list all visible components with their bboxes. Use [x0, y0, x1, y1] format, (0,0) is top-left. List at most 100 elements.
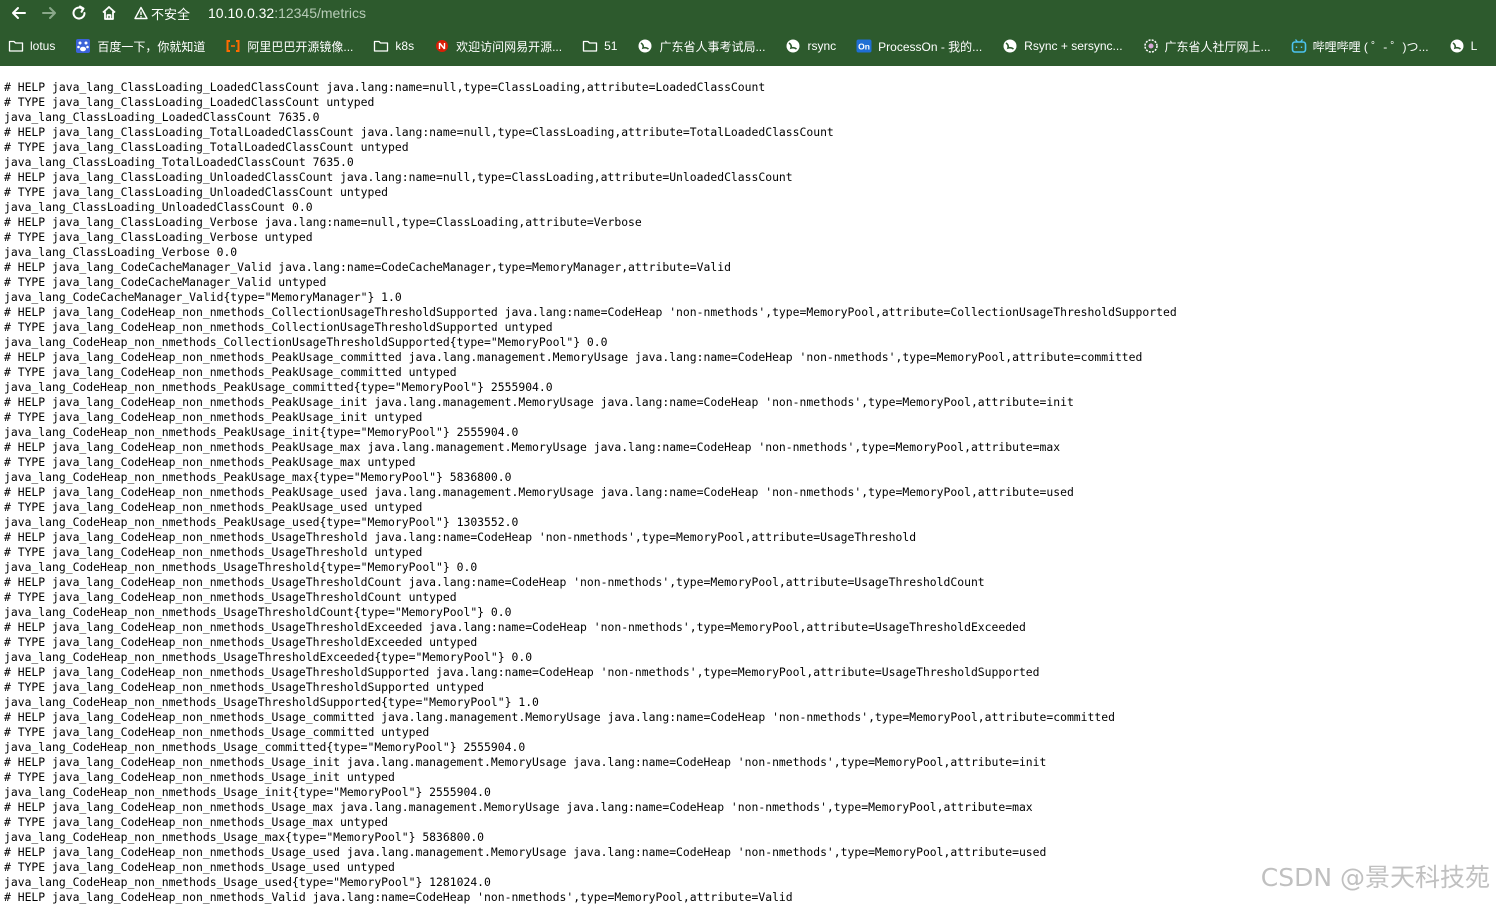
address-bar[interactable]: 不安全 10.10.0.32:12345/metrics	[134, 2, 366, 24]
metric-line: # TYPE java_lang_CodeHeap_non_nmethods_U…	[4, 860, 395, 874]
metric-line: # HELP java_lang_ClassLoading_Verbose ja…	[4, 215, 642, 229]
page-content: # HELP java_lang_ClassLoading_LoadedClas…	[0, 66, 1496, 904]
bookmark-item[interactable]: k8s	[373, 38, 414, 54]
bookmark-label: Rsync + sersync...	[1024, 39, 1123, 53]
metric-line: # HELP java_lang_CodeHeap_non_nmethods_V…	[4, 890, 793, 904]
metric-line: # TYPE java_lang_CodeHeap_non_nmethods_U…	[4, 590, 457, 604]
bookmark-item[interactable]: 广东省人事考试局...	[637, 38, 765, 55]
metric-line: java_lang_ClassLoading_LoadedClassCount …	[4, 110, 320, 124]
metric-line: # TYPE java_lang_CodeHeap_non_nmethods_P…	[4, 500, 423, 514]
metric-line: # HELP java_lang_ClassLoading_UnloadedCl…	[4, 170, 793, 184]
metric-line: # HELP java_lang_CodeHeap_non_nmethods_U…	[4, 665, 1040, 679]
metric-line: java_lang_CodeHeap_non_nmethods_Usage_co…	[4, 740, 526, 754]
metric-line: # HELP java_lang_CodeHeap_non_nmethods_C…	[4, 305, 1177, 319]
metric-line: # HELP java_lang_CodeHeap_non_nmethods_U…	[4, 710, 1115, 724]
metrics-text: # HELP java_lang_ClassLoading_LoadedClas…	[4, 80, 1177, 904]
bookmark-label: 欢迎访问网易开源...	[456, 39, 563, 54]
reload-icon	[72, 5, 86, 20]
metric-line: # TYPE java_lang_CodeHeap_non_nmethods_U…	[4, 680, 485, 694]
back-button[interactable]	[8, 2, 30, 24]
bookmark-label: lotus	[30, 39, 56, 53]
bookmark-item[interactable]: Rsync + sersync...	[1002, 38, 1123, 54]
metric-line: java_lang_CodeHeap_non_nmethods_PeakUsag…	[4, 470, 512, 484]
processon-icon: On	[856, 38, 872, 54]
url-path: :12345/metrics	[274, 5, 367, 21]
url-host: 10.10.0.32	[208, 5, 275, 21]
folder-icon	[8, 38, 24, 54]
metric-line: java_lang_CodeHeap_non_nmethods_Usage_in…	[4, 785, 491, 799]
bookmark-label: rsync	[807, 39, 837, 53]
bookmark-item[interactable]: On ProcessOn - 我的...	[856, 38, 982, 55]
navigation-toolbar: 不安全 10.10.0.32:12345/metrics	[0, 0, 1496, 26]
bookmark-item[interactable]: 百度一下，你就知道	[75, 38, 205, 55]
bookmark-label: L	[1470, 39, 1478, 53]
folder-icon	[373, 38, 389, 54]
bookmark-label: ProcessOn - 我的...	[878, 39, 983, 54]
metric-line: # HELP java_lang_CodeHeap_non_nmethods_U…	[4, 620, 1026, 634]
bookmarks-bar: lotus 百度一下，你就知道 阿里巴巴开源镜像... k8s 欢迎访问网易开源... 5…	[0, 34, 1496, 58]
metric-line: # TYPE java_lang_CodeHeap_non_nmethods_P…	[4, 455, 416, 469]
alibaba-icon	[225, 38, 241, 54]
metric-line: java_lang_CodeHeap_non_nmethods_UsageThr…	[4, 605, 512, 619]
metric-line: java_lang_CodeHeap_non_nmethods_PeakUsag…	[4, 425, 519, 439]
bookmark-item[interactable]: 哔哩哔哩 ( ゜- ゜)つ...	[1291, 38, 1429, 55]
baidu-icon	[75, 38, 91, 54]
metric-line: java_lang_CodeHeap_non_nmethods_Usage_ma…	[4, 830, 485, 844]
bookmark-label: 阿里巴巴开源镜像...	[247, 39, 354, 54]
metric-line: # HELP java_lang_CodeHeap_non_nmethods_P…	[4, 440, 1061, 454]
globe-icon	[785, 38, 801, 54]
metric-line: java_lang_CodeCacheManager_Valid{type="M…	[4, 290, 402, 304]
bookmark-label: 百度一下，你就知道	[97, 39, 206, 54]
security-indicator[interactable]: 不安全	[134, 4, 190, 23]
metric-line: java_lang_ClassLoading_TotalLoadedClassC…	[4, 155, 354, 169]
folder-icon	[582, 38, 598, 54]
metric-line: java_lang_ClassLoading_Verbose 0.0	[4, 245, 238, 259]
metric-line: # TYPE java_lang_ClassLoading_TotalLoade…	[4, 140, 409, 154]
bookmark-item[interactable]: 阿里巴巴开源镜像...	[225, 38, 353, 55]
metric-line: # HELP java_lang_CodeHeap_non_nmethods_U…	[4, 575, 985, 589]
metric-line: java_lang_CodeHeap_non_nmethods_UsageThr…	[4, 650, 533, 664]
metric-line: java_lang_CodeHeap_non_nmethods_Usage_us…	[4, 875, 491, 889]
gear-globe-icon	[1143, 38, 1159, 54]
bookmark-item[interactable]: 广东省人社厅网上...	[1143, 38, 1271, 55]
metric-line: # TYPE java_lang_CodeHeap_non_nmethods_U…	[4, 545, 423, 559]
forward-button[interactable]	[38, 2, 60, 24]
metric-line: # TYPE java_lang_CodeCacheManager_Valid …	[4, 275, 327, 289]
metric-line: # HELP java_lang_CodeHeap_non_nmethods_U…	[4, 800, 1033, 814]
metric-line: # TYPE java_lang_CodeHeap_non_nmethods_P…	[4, 410, 423, 424]
metric-line: # TYPE java_lang_CodeHeap_non_nmethods_U…	[4, 770, 395, 784]
metric-line: java_lang_ClassLoading_UnloadedClassCoun…	[4, 200, 313, 214]
metric-line: java_lang_CodeHeap_non_nmethods_PeakUsag…	[4, 515, 519, 529]
metric-line: # TYPE java_lang_ClassLoading_UnloadedCl…	[4, 185, 389, 199]
home-icon	[102, 6, 116, 20]
metric-line: java_lang_CodeHeap_non_nmethods_PeakUsag…	[4, 380, 553, 394]
metric-line: # HELP java_lang_ClassLoading_LoadedClas…	[4, 80, 766, 94]
metric-line: java_lang_CodeHeap_non_nmethods_UsageThr…	[4, 560, 478, 574]
metric-line: # HELP java_lang_CodeHeap_non_nmethods_P…	[4, 395, 1074, 409]
bookmark-label: 广东省人事考试局...	[659, 39, 766, 54]
home-button[interactable]	[98, 2, 120, 24]
metric-line: # TYPE java_lang_ClassLoading_Verbose un…	[4, 230, 313, 244]
metric-line: # TYPE java_lang_CodeHeap_non_nmethods_U…	[4, 725, 430, 739]
metric-line: java_lang_CodeHeap_non_nmethods_Collecti…	[4, 335, 608, 349]
bookmark-label: k8s	[395, 39, 415, 53]
bookmark-item[interactable]: lotus	[8, 38, 55, 54]
bookmark-item[interactable]: 51	[582, 38, 617, 54]
metric-line: # TYPE java_lang_ClassLoading_LoadedClas…	[4, 95, 375, 109]
metric-line: # TYPE java_lang_CodeHeap_non_nmethods_U…	[4, 635, 478, 649]
metric-line: # HELP java_lang_CodeHeap_non_nmethods_U…	[4, 845, 1047, 859]
warning-triangle-icon	[134, 6, 148, 20]
globe-icon	[637, 38, 653, 54]
reload-button[interactable]	[68, 2, 90, 24]
metric-line: java_lang_CodeHeap_non_nmethods_UsageThr…	[4, 695, 539, 709]
metric-line: # HELP java_lang_CodeHeap_non_nmethods_P…	[4, 350, 1143, 364]
bookmark-item[interactable]: L	[1449, 38, 1478, 54]
arrow-left-icon	[12, 7, 26, 19]
bookmark-label: 哔哩哔哩 ( ゜- ゜)つ...	[1312, 39, 1429, 54]
bookmark-item[interactable]: rsync	[785, 38, 836, 54]
bookmark-item[interactable]: 欢迎访问网易开源...	[434, 38, 562, 55]
bilibili-icon	[1291, 38, 1307, 54]
metric-line: # TYPE java_lang_CodeHeap_non_nmethods_P…	[4, 365, 457, 379]
browser-chrome: 不安全 10.10.0.32:12345/metrics lotus 百度一下，你…	[0, 0, 1496, 66]
svg-text:On: On	[858, 42, 870, 52]
